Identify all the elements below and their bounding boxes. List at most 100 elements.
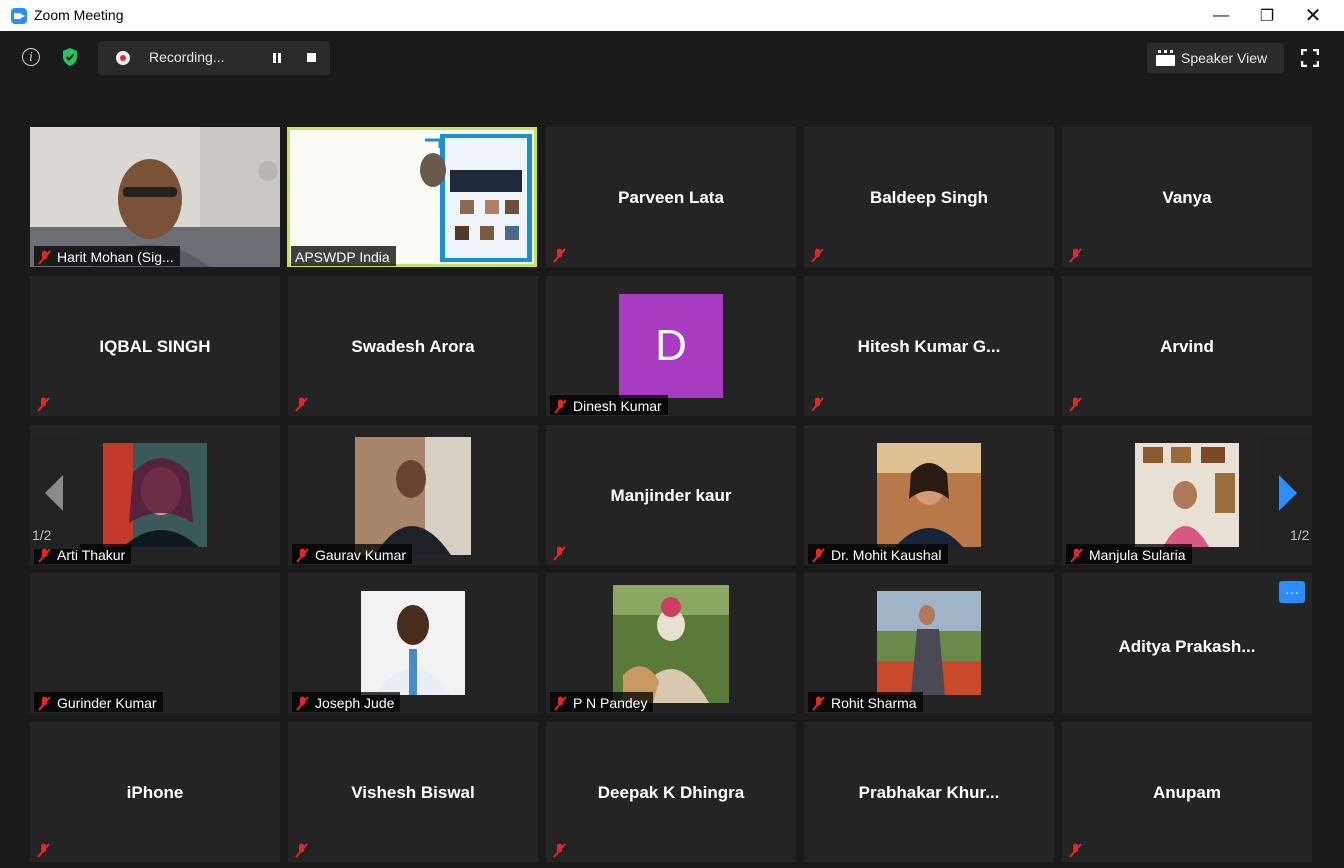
participant-tile[interactable]: iPhone <box>30 722 280 862</box>
muted-mic-icon <box>554 398 567 414</box>
participant-display-name: Parveen Lata <box>618 188 724 207</box>
info-icon[interactable]: i <box>22 48 40 66</box>
close-button[interactable]: ✕ <box>1290 0 1336 31</box>
speaker-view-icon <box>1156 50 1175 66</box>
participant-tile[interactable]: Vishesh Biswal <box>288 722 538 862</box>
participant-tile[interactable]: Swadesh Arora <box>288 276 538 416</box>
muted-mic-icon <box>295 843 308 858</box>
window-titlebar: Zoom Meeting — ❐ ✕ <box>0 0 1344 31</box>
participant-display-name: Vanya <box>1162 188 1212 207</box>
participant-tile[interactable]: Arvind <box>1062 276 1312 416</box>
speaker-view-label: Speaker View <box>1181 50 1268 66</box>
participant-display-name: iPhone <box>126 783 184 802</box>
participant-tile[interactable]: Dr. Mohit Kaushal <box>804 425 1054 565</box>
muted-mic-icon <box>1069 843 1082 858</box>
participant-label: Harit Mohan (Sig... <box>34 246 180 266</box>
arrow-right-icon <box>1279 475 1297 511</box>
participant-name: P N Pandey <box>573 695 648 711</box>
participant-display-name: Arvind <box>1160 337 1214 356</box>
muted-mic-icon <box>38 695 51 711</box>
security-shield-icon[interactable] <box>61 47 79 67</box>
muted-mic-icon <box>295 397 308 412</box>
recording-status: Recording... <box>149 49 225 65</box>
participant-label: Dinesh Kumar <box>550 395 668 415</box>
participant-tile[interactable]: Parveen Lata <box>546 127 796 267</box>
participant-tile[interactable]: Gaurav Kumar <box>288 425 538 565</box>
recording-indicator-icon <box>116 51 130 65</box>
profile-photo <box>361 591 465 695</box>
meeting-area: i Recording... Speaker View Harit Mohan … <box>0 31 1344 868</box>
participant-name: Harit Mohan (Sig... <box>57 249 174 265</box>
page-indicator-left: 1/2 <box>32 527 52 543</box>
participant-name: Dr. Mohit Kaushal <box>831 547 942 563</box>
participant-label: Manjula Sularia <box>1066 544 1192 564</box>
participant-label: Gaurav Kumar <box>292 544 413 564</box>
participant-tile[interactable]: Rohit Sharma <box>804 573 1054 713</box>
restore-button[interactable]: ❐ <box>1244 0 1290 31</box>
participant-name: Joseph Jude <box>315 695 395 711</box>
participant-tile[interactable]: ··· Aditya Prakash... <box>1062 573 1312 713</box>
participant-label: P N Pandey <box>550 692 654 712</box>
participant-tile[interactable]: D Dinesh Kumar <box>546 276 796 416</box>
participant-tile[interactable]: Baldeep Singh <box>804 127 1054 267</box>
participant-label: APSWDP India <box>291 246 396 266</box>
muted-mic-icon <box>1070 547 1083 563</box>
minimize-button[interactable]: — <box>1198 0 1244 31</box>
participant-tile[interactable]: Hitesh Kumar G... <box>804 276 1054 416</box>
participant-label: Dr. Mohit Kaushal <box>808 544 948 564</box>
fullscreen-icon[interactable] <box>1301 49 1319 67</box>
participant-name: Dinesh Kumar <box>573 398 662 414</box>
participant-tile[interactable]: Deepak K Dhingra <box>546 722 796 862</box>
page-indicator-right: 1/2 <box>1290 527 1310 543</box>
zoom-logo-icon <box>11 8 27 24</box>
participant-tile[interactable]: Prabhakar Khur... <box>804 722 1054 862</box>
participant-name: Gurinder Kumar <box>57 695 157 711</box>
participant-tile[interactable]: Joseph Jude <box>288 573 538 713</box>
muted-mic-icon <box>553 546 566 561</box>
muted-mic-icon <box>1069 248 1082 263</box>
muted-mic-icon <box>812 547 825 563</box>
participant-tile[interactable]: Anupam <box>1062 722 1312 862</box>
participant-label: Rohit Sharma <box>808 692 923 712</box>
participant-tile[interactable]: Manjinder kaur <box>546 425 796 565</box>
participant-name: Arti Thakur <box>57 547 126 563</box>
participant-display-name: Baldeep Singh <box>869 188 989 207</box>
muted-mic-icon <box>1069 397 1082 412</box>
participant-tile[interactable]: Vanya <box>1062 127 1312 267</box>
participant-display-name: IQBAL SINGH <box>99 337 211 356</box>
profile-photo <box>103 443 207 547</box>
participant-name: Manjula Sularia <box>1089 547 1186 563</box>
participant-tile-active-speaker[interactable]: APSWDP India <box>287 127 537 267</box>
participant-tile[interactable]: IQBAL SINGH <box>30 276 280 416</box>
muted-mic-icon <box>37 843 50 858</box>
profile-photo <box>355 437 471 555</box>
shared-screen-thumbnail <box>290 130 534 264</box>
muted-mic-icon <box>811 248 824 263</box>
participant-name: Rohit Sharma <box>831 695 917 711</box>
muted-mic-icon <box>553 248 566 263</box>
muted-mic-icon <box>812 695 825 711</box>
participant-display-name: Aditya Prakash... <box>1118 637 1256 656</box>
stop-recording-icon[interactable] <box>307 53 316 62</box>
muted-mic-icon <box>38 547 51 563</box>
arrow-left-icon <box>45 475 63 511</box>
pause-recording-icon[interactable] <box>272 53 282 63</box>
profile-photo <box>877 591 981 695</box>
participant-display-name: Manjinder kaur <box>610 486 732 505</box>
participant-tile[interactable]: Gurinder Kumar <box>30 573 280 713</box>
participant-display-name: Swadesh Arora <box>351 337 475 356</box>
muted-mic-icon <box>553 843 566 858</box>
participant-name: Gaurav Kumar <box>315 547 407 563</box>
profile-photo <box>877 443 981 547</box>
participant-label: Gurinder Kumar <box>34 692 163 712</box>
participant-name: APSWDP India <box>295 249 390 265</box>
window-title: Zoom Meeting <box>34 7 124 23</box>
profile-photo <box>613 585 729 703</box>
participant-tile[interactable]: P N Pandey <box>546 573 796 713</box>
more-options-button[interactable]: ··· <box>1279 581 1305 603</box>
participant-display-name: Deepak K Dhingra <box>597 783 745 802</box>
muted-mic-icon <box>554 695 567 711</box>
participant-tile[interactable]: Harit Mohan (Sig... <box>30 127 280 267</box>
speaker-view-button[interactable]: Speaker View <box>1147 43 1284 73</box>
muted-mic-icon <box>811 397 824 412</box>
